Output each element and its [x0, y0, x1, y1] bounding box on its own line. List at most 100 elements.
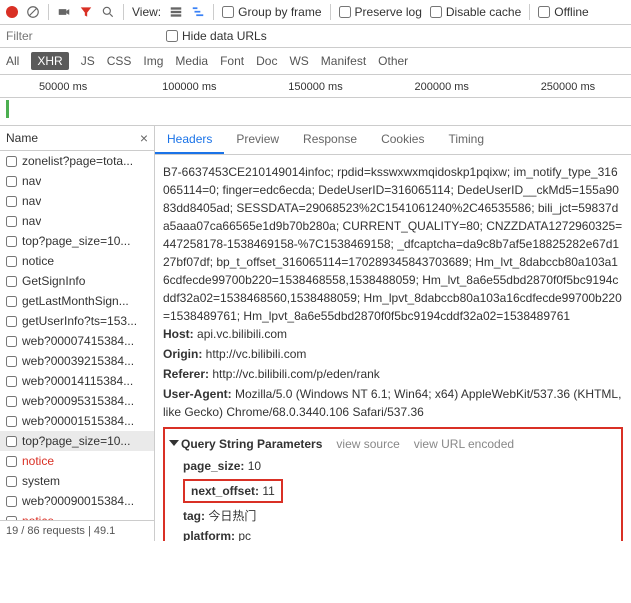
- offline-checkbox[interactable]: Offline: [538, 5, 588, 19]
- tab-response[interactable]: Response: [291, 126, 369, 154]
- request-row-checkbox[interactable]: [6, 176, 17, 187]
- record-icon[interactable]: [6, 6, 18, 18]
- preserve-log-checkbox[interactable]: Preserve log: [339, 5, 422, 19]
- request-row[interactable]: system: [0, 471, 154, 491]
- query-string-parameters-section: Query String Parameters view source view…: [163, 427, 623, 541]
- filter-type-css[interactable]: CSS: [107, 54, 132, 68]
- request-row-checkbox[interactable]: [6, 296, 17, 307]
- camera-icon[interactable]: [57, 5, 71, 19]
- tab-preview[interactable]: Preview: [224, 126, 291, 154]
- request-row-checkbox[interactable]: [6, 436, 17, 447]
- request-row-label: GetSignInfo: [22, 274, 85, 288]
- request-row-label: nav: [22, 194, 41, 208]
- request-row-label: top?page_size=10...: [22, 434, 130, 448]
- request-row-checkbox[interactable]: [6, 476, 17, 487]
- search-icon[interactable]: [101, 5, 115, 19]
- view-url-encoded-link[interactable]: view URL encoded: [414, 435, 514, 453]
- request-row-label: notice: [22, 254, 54, 268]
- request-row[interactable]: getUserInfo?ts=153...: [0, 311, 154, 331]
- filter-type-img[interactable]: Img: [143, 54, 163, 68]
- request-row-checkbox[interactable]: [6, 196, 17, 207]
- referer-value: http://vc.bilibili.com/p/eden/rank: [212, 367, 379, 381]
- request-row[interactable]: notice: [0, 251, 154, 271]
- view-source-link[interactable]: view source: [336, 435, 399, 453]
- request-row-label: web?00090015384...: [22, 494, 134, 508]
- request-row-label: zonelist?page=tota...: [22, 154, 133, 168]
- request-row-label: web?00001515384...: [22, 414, 134, 428]
- request-row-checkbox[interactable]: [6, 336, 17, 347]
- filter-type-ws[interactable]: WS: [289, 54, 308, 68]
- hide-data-urls-checkbox[interactable]: Hide data URLs: [166, 29, 267, 43]
- request-row[interactable]: zonelist?page=tota...: [0, 151, 154, 171]
- filter-type-media[interactable]: Media: [175, 54, 208, 68]
- request-row-checkbox[interactable]: [6, 316, 17, 327]
- name-column-header[interactable]: Name: [6, 131, 38, 145]
- request-row[interactable]: top?page_size=10...: [0, 231, 154, 251]
- group-by-frame-checkbox[interactable]: Group by frame: [222, 5, 321, 19]
- request-row-label: web?00007415384...: [22, 334, 134, 348]
- request-row-checkbox[interactable]: [6, 496, 17, 507]
- toolbar: View: Group by frame Preserve log Disabl…: [0, 0, 631, 25]
- request-row-checkbox[interactable]: [6, 236, 17, 247]
- request-row[interactable]: notice: [0, 511, 154, 520]
- request-row[interactable]: web?00007415384...: [0, 331, 154, 351]
- request-row-checkbox[interactable]: [6, 276, 17, 287]
- request-row[interactable]: web?00090015384...: [0, 491, 154, 511]
- waterfall-view-icon[interactable]: [191, 5, 205, 19]
- request-row-label: getLastMonthSign...: [22, 294, 129, 308]
- tab-timing[interactable]: Timing: [436, 126, 496, 154]
- query-param: page_size: 10: [183, 457, 615, 475]
- query-param-value: pc: [235, 529, 251, 541]
- filter-type-all[interactable]: All: [6, 54, 19, 68]
- query-param-key: tag:: [183, 509, 205, 523]
- request-row-checkbox[interactable]: [6, 396, 17, 407]
- filter-input[interactable]: [6, 29, 156, 43]
- filter-type-doc[interactable]: Doc: [256, 54, 277, 68]
- request-row-label: getUserInfo?ts=153...: [22, 314, 137, 328]
- filter-type-xhr[interactable]: XHR: [31, 52, 68, 70]
- user-agent-value: Mozilla/5.0 (Windows NT 6.1; Win64; x64)…: [163, 387, 621, 419]
- filter-type-manifest[interactable]: Manifest: [321, 54, 366, 68]
- request-row-checkbox[interactable]: [6, 416, 17, 427]
- request-row-checkbox[interactable]: [6, 376, 17, 387]
- request-row[interactable]: web?00039215384...: [0, 351, 154, 371]
- timeline-tick: 250000 ms: [505, 81, 631, 93]
- request-row[interactable]: notice: [0, 451, 154, 471]
- request-row[interactable]: web?00014115384...: [0, 371, 154, 391]
- query-param-value: 今日热门: [205, 509, 256, 523]
- request-row-label: web?00039215384...: [22, 354, 134, 368]
- filter-type-js[interactable]: JS: [81, 54, 95, 68]
- request-row[interactable]: getLastMonthSign...: [0, 291, 154, 311]
- request-row[interactable]: web?00001515384...: [0, 411, 154, 431]
- request-row-label: notice: [22, 454, 54, 468]
- request-row[interactable]: nav: [0, 171, 154, 191]
- filter-icon[interactable]: [79, 5, 93, 19]
- filter-type-other[interactable]: Other: [378, 54, 408, 68]
- request-list-pane: Name × zonelist?page=tota...navnavnavtop…: [0, 126, 155, 541]
- host-value: api.vc.bilibili.com: [197, 327, 287, 341]
- request-row-checkbox[interactable]: [6, 216, 17, 227]
- request-row-checkbox[interactable]: [6, 156, 17, 167]
- large-request-rows-icon[interactable]: [169, 5, 183, 19]
- detail-pane: HeadersPreviewResponseCookiesTiming B7-6…: [155, 126, 631, 541]
- request-row-checkbox[interactable]: [6, 356, 17, 367]
- request-row-checkbox[interactable]: [6, 456, 17, 467]
- request-row-checkbox[interactable]: [6, 256, 17, 267]
- request-row[interactable]: top?page_size=10...: [0, 431, 154, 451]
- disable-cache-checkbox[interactable]: Disable cache: [430, 5, 521, 19]
- request-row[interactable]: web?00095315384...: [0, 391, 154, 411]
- request-row[interactable]: nav: [0, 191, 154, 211]
- request-row[interactable]: GetSignInfo: [0, 271, 154, 291]
- close-icon[interactable]: ×: [140, 130, 148, 146]
- clear-icon[interactable]: [26, 5, 40, 19]
- tab-cookies[interactable]: Cookies: [369, 126, 436, 154]
- filter-type-font[interactable]: Font: [220, 54, 244, 68]
- request-row-label: web?00014115384...: [22, 374, 133, 388]
- disclosure-triangle-icon[interactable]: [169, 440, 179, 446]
- request-row[interactable]: nav: [0, 211, 154, 231]
- tab-headers[interactable]: Headers: [155, 126, 224, 154]
- waterfall-overview[interactable]: [0, 98, 631, 126]
- timeline-tick: 200000 ms: [379, 81, 505, 93]
- filter-bar: Hide data URLs: [0, 25, 631, 48]
- query-param-value: 11: [259, 484, 275, 498]
